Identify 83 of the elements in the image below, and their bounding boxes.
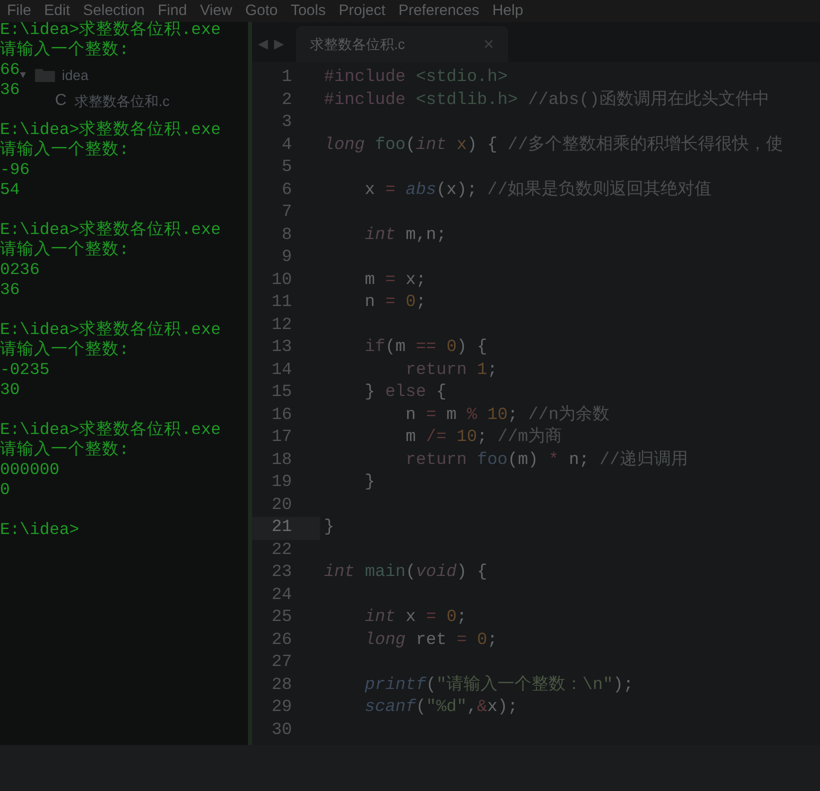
line-number: 11 xyxy=(272,292,292,314)
line-number: 19 xyxy=(272,472,292,494)
code-line: int x = 0; xyxy=(364,607,467,629)
console-output: 请输入一个整数: xyxy=(0,240,129,259)
console-command: E:\idea>求整数各位积.exe xyxy=(0,120,221,139)
console-output: 54 xyxy=(0,180,20,199)
code-line: printf("请输入一个整数：\n"); xyxy=(364,674,634,696)
line-number: 30 xyxy=(272,720,292,742)
disclosure-icon[interactable]: ▼ xyxy=(18,68,28,82)
folder-label[interactable]: idea xyxy=(62,64,88,86)
console-command: E:\idea>求整数各位积.exe xyxy=(0,220,221,239)
menu-item[interactable]: Goto xyxy=(245,0,278,22)
line-number: 21 xyxy=(272,517,292,539)
console-typed-text: -96 xyxy=(0,160,30,179)
line-number: 24 xyxy=(272,584,292,606)
code-line: } xyxy=(323,517,334,539)
line-number: 17 xyxy=(272,427,292,449)
close-icon[interactable]: × xyxy=(483,30,494,58)
console-typed-text: 66 xyxy=(0,60,20,79)
line-number: 28 xyxy=(272,674,292,696)
line-number: 1 xyxy=(282,67,292,89)
line-number: 20 xyxy=(272,494,292,516)
line-number: 4 xyxy=(282,134,292,156)
line-number: 8 xyxy=(282,224,292,246)
line-number: 22 xyxy=(272,540,292,562)
line-number: 23 xyxy=(272,562,292,584)
code-line: #include <stdio.h> xyxy=(323,67,508,89)
line-number: 14 xyxy=(272,360,292,382)
console-output: 请输入一个整数: xyxy=(0,440,129,459)
console-output: 请输入一个整数: xyxy=(0,340,129,359)
line-number: 5 xyxy=(282,157,292,179)
code-line: m = x; xyxy=(364,270,426,292)
code-line: } xyxy=(364,472,376,494)
line-number: 29 xyxy=(272,697,292,719)
menu-item[interactable]: Help xyxy=(492,0,524,22)
back-arrow[interactable]: ◀ xyxy=(258,34,268,54)
forward-arrow[interactable]: ▶ xyxy=(274,34,284,54)
line-number: 9 xyxy=(282,247,292,269)
code-line: n = 0; xyxy=(364,292,426,314)
code-line: if(m == 0) { xyxy=(364,337,488,359)
menu-item[interactable]: Edit xyxy=(44,0,70,22)
file-label[interactable]: 求整数各位和.c xyxy=(74,90,170,112)
menu-item[interactable]: Tools xyxy=(290,0,326,22)
line-number: 27 xyxy=(272,652,292,674)
line-number: 26 xyxy=(272,630,292,652)
line-number: 18 xyxy=(272,450,292,472)
code-line: int main(void) { xyxy=(323,562,488,584)
line-number: 7 xyxy=(282,202,292,224)
line-number: 13 xyxy=(272,337,292,359)
editor-tab[interactable]: 求整数各位积.c × xyxy=(296,26,508,62)
code-line: long ret = 0; xyxy=(364,630,498,652)
file-type-icon: C xyxy=(55,89,67,113)
console-prompt: E:\idea> xyxy=(0,520,80,539)
console-output: 请输入一个整数: xyxy=(0,40,129,59)
code-line: return 1; xyxy=(404,360,498,382)
console-command: E:\idea>求整数各位积.exe xyxy=(0,320,221,339)
console-typed-text: -0235 xyxy=(0,360,50,379)
line-number: 2 xyxy=(282,90,292,112)
folder-icon xyxy=(34,67,56,83)
menu-item[interactable]: View xyxy=(200,0,232,22)
line-number: 3 xyxy=(282,112,292,134)
console-typed-text: 0236 xyxy=(0,260,40,279)
code-line: } else { xyxy=(364,382,446,404)
console-command: E:\idea>求整数各位积.exe xyxy=(0,20,221,39)
line-number: 25 xyxy=(272,607,292,629)
code-line: scanf("%d",&x); xyxy=(364,697,518,719)
line-number: 15 xyxy=(272,382,292,404)
menu-item[interactable]: Preferences xyxy=(398,0,480,22)
line-number: 12 xyxy=(272,314,292,336)
line-number: 10 xyxy=(272,270,292,292)
menu-item[interactable]: Find xyxy=(158,0,187,22)
code-line: int m,n; xyxy=(364,224,446,246)
console-typed-text: 000000 xyxy=(0,460,60,479)
menu-item[interactable]: File xyxy=(7,0,32,22)
line-number: 16 xyxy=(272,404,292,426)
menu-item[interactable]: Project xyxy=(338,0,386,22)
console-output: 0 xyxy=(0,480,10,499)
console-command: E:\idea>求整数各位积.exe xyxy=(0,420,221,439)
console-output: 36 xyxy=(0,80,20,99)
console-output: 请输入一个整数: xyxy=(0,140,129,159)
line-number: 6 xyxy=(282,180,292,202)
console-output: 36 xyxy=(0,280,20,299)
console-output: 30 xyxy=(0,380,20,399)
